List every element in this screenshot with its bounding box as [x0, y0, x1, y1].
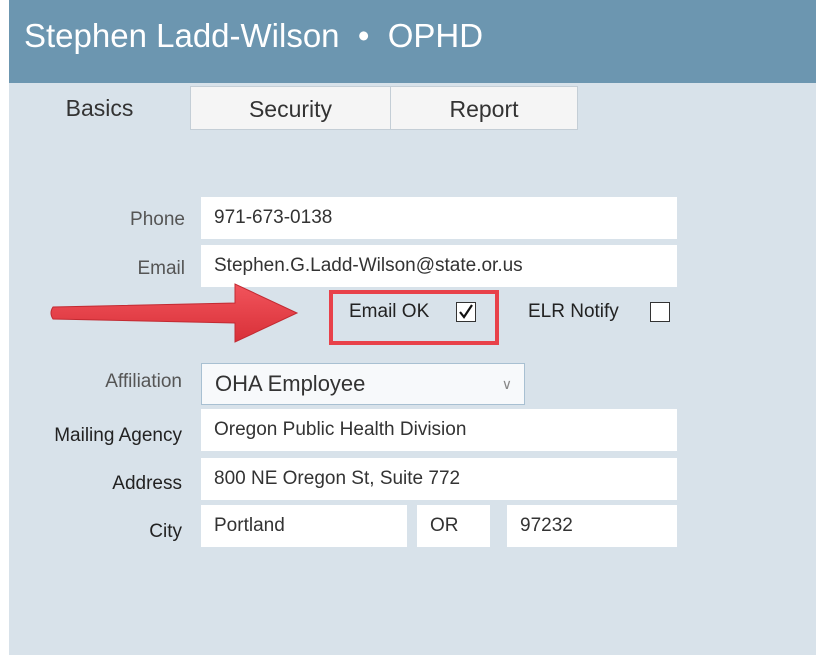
elr-notify-checkbox[interactable]: [650, 302, 670, 322]
elr-notify-label: ELR Notify: [528, 301, 619, 322]
state-field[interactable]: OR: [417, 505, 490, 547]
address-label: Address: [112, 473, 182, 494]
phone-field[interactable]: 971-673-0138: [201, 197, 677, 239]
city-label: City: [149, 521, 182, 542]
phone-label: Phone: [130, 209, 185, 230]
mailing-agency-label: Mailing Agency: [54, 425, 182, 446]
affiliation-value: OHA Employee: [215, 371, 366, 396]
tab-basics[interactable]: Basics: [9, 86, 190, 130]
chevron-down-icon: ∨: [501, 376, 512, 392]
tab-report[interactable]: Report: [390, 86, 578, 130]
affiliation-select[interactable]: OHA Employee ∨: [201, 363, 525, 405]
red-arrow-icon: [50, 283, 299, 343]
zip-field[interactable]: 97232: [507, 505, 677, 547]
window-title: Stephen Ladd-Wilson • OPHD: [24, 17, 484, 54]
highlight-box: [329, 290, 499, 345]
city-field[interactable]: Portland: [201, 505, 407, 547]
email-label: Email: [137, 258, 185, 279]
mailing-agency-field[interactable]: Oregon Public Health Division: [201, 409, 677, 451]
title-bar: Stephen Ladd-Wilson • OPHD: [9, 0, 816, 83]
affiliation-label: Affiliation: [105, 371, 182, 392]
address-field[interactable]: 800 NE Oregon St, Suite 772: [201, 458, 677, 500]
user-profile-window: Stephen Ladd-Wilson • OPHD Basics Securi…: [9, 0, 816, 655]
tab-security[interactable]: Security: [190, 86, 391, 130]
